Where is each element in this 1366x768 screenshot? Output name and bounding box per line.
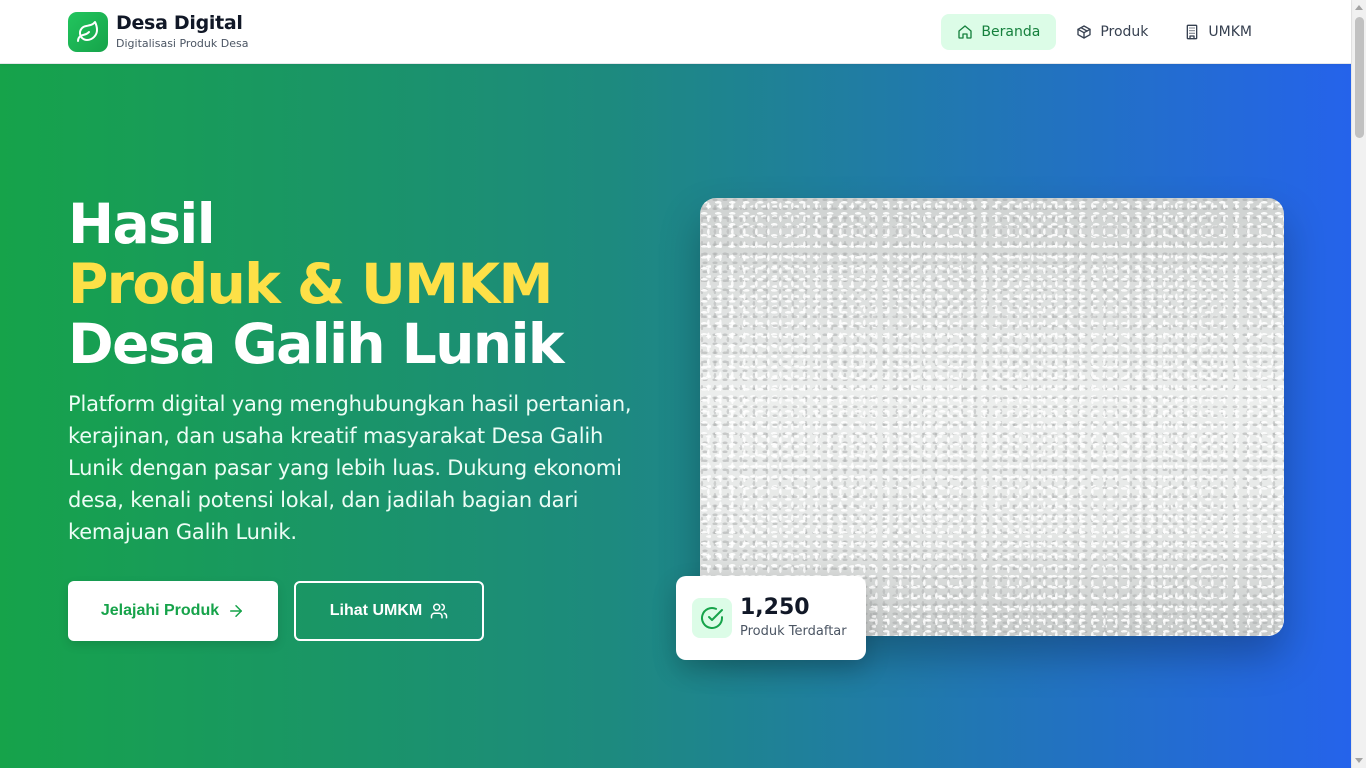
stat-label: Produk Terdaftar — [740, 624, 847, 639]
hero-title-line-3: Desa Galih Lunik — [68, 312, 565, 376]
box-icon — [1077, 25, 1091, 39]
nav-item-beranda[interactable]: Beranda — [941, 14, 1057, 50]
hero-section: Hasil Produk & UMKM Desa Galih Lunik Pla… — [0, 64, 1351, 768]
page-scrollbar[interactable] — [1351, 0, 1366, 768]
nav-item-umkm[interactable]: UMKM — [1168, 14, 1268, 50]
scroll-up-arrow-icon[interactable] — [1355, 5, 1363, 10]
nav-item-label: Produk — [1100, 24, 1149, 40]
hero-title-highlight: Produk & UMKM — [68, 252, 553, 316]
brand-title: Desa Digital — [116, 12, 243, 34]
nav-item-label: UMKM — [1208, 24, 1252, 40]
building-icon — [1187, 24, 1198, 40]
leaf-icon — [68, 12, 108, 52]
brand-link[interactable]: Desa Digital Digitalisasi Produk Desa — [68, 12, 248, 52]
home-icon — [958, 25, 973, 39]
nav-item-produk[interactable]: Produk — [1060, 14, 1164, 50]
users-icon — [430, 603, 448, 619]
brand-subtitle: Digitalisasi Produk Desa — [116, 37, 249, 50]
stat-value: 1,250 — [740, 595, 810, 620]
site-header: Desa Digital Digitalisasi Produk Desa Be… — [0, 0, 1351, 64]
hero-title-line-1: Hasil — [68, 192, 216, 256]
check-circle-icon — [692, 598, 732, 638]
view-umkm-label: Lihat UMKM — [329, 602, 423, 619]
explore-products-label: Jelajahi Produk — [100, 602, 220, 619]
explore-products-button[interactable]: Jelajahi Produk — [68, 581, 278, 641]
scroll-down-arrow-icon[interactable] — [1355, 758, 1363, 763]
arrow-right-icon — [230, 605, 243, 617]
hero-title: Hasil Produk & UMKM Desa Galih Lunik — [68, 192, 565, 376]
scroll-thumb[interactable] — [1355, 17, 1364, 138]
view-umkm-button[interactable]: Lihat UMKM — [294, 581, 484, 641]
hero-description: Platform digital yang menghubungkan hasi… — [68, 392, 632, 544]
main-nav: Beranda Produk UMKM — [941, 14, 1268, 50]
nav-item-label: Beranda — [981, 24, 1041, 40]
rice-grains-image — [700, 198, 1284, 636]
stat-card: 1,250 Produk Terdaftar — [676, 576, 866, 660]
